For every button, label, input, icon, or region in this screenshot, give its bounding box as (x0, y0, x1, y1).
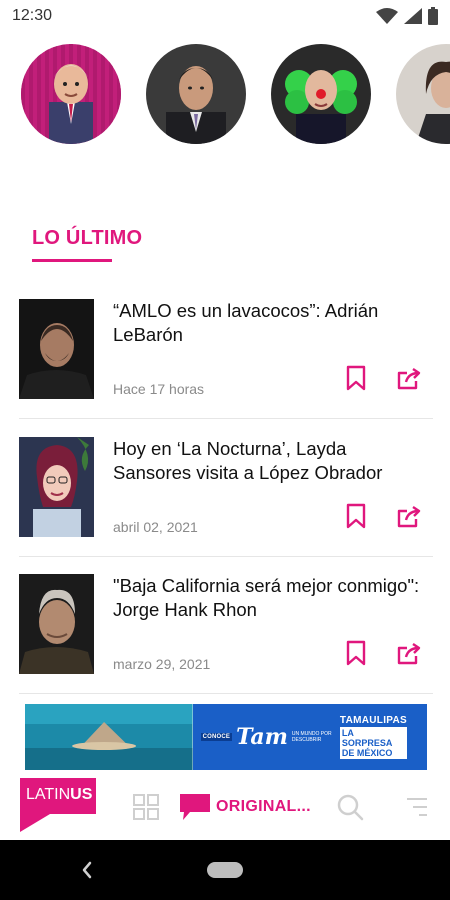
ad-logo: CONOCE Tam UN MUNDO POR DESCUBRIR (200, 724, 332, 750)
divider (19, 556, 433, 557)
divider (19, 418, 433, 419)
news-headline[interactable]: "Baja California será mejor conmigo": Jo… (113, 574, 423, 622)
story-avatar-clown[interactable] (271, 44, 371, 144)
news-item[interactable]: "Baja California será mejor conmigo": Jo… (19, 574, 433, 712)
stories-carousel[interactable] (0, 44, 450, 148)
latinus-logo-tail (20, 814, 50, 832)
nav-originals-label: ORIGINAL... (216, 798, 311, 815)
status-time: 12:30 (12, 7, 53, 24)
logo-part1: LATIN (26, 786, 71, 803)
ad-banner-photo (25, 704, 193, 770)
battery-icon (428, 7, 438, 25)
ad-banner-text: CONOCE Tam UN MUNDO POR DESCUBRIR TAMAUL… (192, 704, 427, 770)
search-icon[interactable] (336, 793, 364, 821)
nav-originals[interactable]: ORIGINAL... (180, 794, 311, 820)
back-icon[interactable] (80, 860, 94, 880)
section-underline (32, 259, 112, 262)
system-nav-bar (0, 840, 450, 900)
share-icon[interactable] (396, 642, 422, 666)
bookmark-icon[interactable] (345, 503, 367, 529)
news-headline[interactable]: “AMLO es un lavacocos”: Adrián LeBarón (113, 299, 423, 347)
ad-copy: TAMAULIPAS LA SORPRESA DE MÉXICO (339, 715, 419, 759)
ad-slogan-line1: LA SORPRESA (341, 728, 393, 748)
news-item[interactable]: “AMLO es un lavacocos”: Adrián LeBarón H… (19, 299, 433, 437)
share-icon[interactable] (396, 505, 422, 529)
originals-chat-icon (180, 794, 210, 820)
ad-slogan-line2: DE MÉXICO (341, 748, 393, 758)
signal-icon (404, 8, 422, 24)
news-thumbnail[interactable] (19, 437, 94, 537)
ad-state: TAMAULIPAS (339, 715, 407, 726)
grid-icon[interactable] (133, 794, 159, 820)
menu-icon[interactable] (405, 796, 429, 818)
ad-brand: Tam (236, 724, 288, 750)
story-avatar-anchor[interactable] (146, 44, 246, 144)
news-date: abril 02, 2021 (113, 519, 198, 535)
latinus-logo-box: LATINUS (20, 778, 96, 814)
section-title: LO ÚLTIMO (32, 227, 143, 249)
news-date: marzo 29, 2021 (113, 656, 211, 672)
bookmark-icon[interactable] (345, 640, 367, 666)
status-icons (376, 7, 438, 25)
news-item[interactable]: Hoy en ‘La Nocturna’, Layda Sansores vis… (19, 437, 433, 575)
ad-slogan: LA SORPRESA DE MÉXICO (339, 727, 407, 759)
home-pill[interactable] (207, 862, 243, 878)
story-avatar-woman[interactable] (396, 44, 450, 144)
news-date: Hace 17 horas (113, 381, 205, 397)
wifi-icon (376, 8, 398, 24)
ad-conoce: CONOCE (200, 733, 233, 741)
news-thumbnail[interactable] (19, 299, 94, 399)
latinus-logo[interactable]: LATINUS (20, 778, 96, 834)
share-icon[interactable] (396, 367, 422, 391)
story-avatar-cartoon[interactable] (21, 44, 121, 144)
status-bar: 12:30 (0, 0, 450, 32)
ad-banner[interactable]: CONOCE Tam UN MUNDO POR DESCUBRIR TAMAUL… (25, 704, 427, 770)
news-headline[interactable]: Hoy en ‘La Nocturna’, Layda Sansores vis… (113, 437, 423, 485)
divider (19, 693, 433, 694)
ad-tagline: UN MUNDO POR DESCUBRIR (291, 731, 332, 743)
bottom-nav: LATINUS ORIGINAL... (0, 776, 450, 840)
bookmark-icon[interactable] (345, 365, 367, 391)
logo-part2: US (70, 786, 93, 803)
news-thumbnail[interactable] (19, 574, 94, 674)
